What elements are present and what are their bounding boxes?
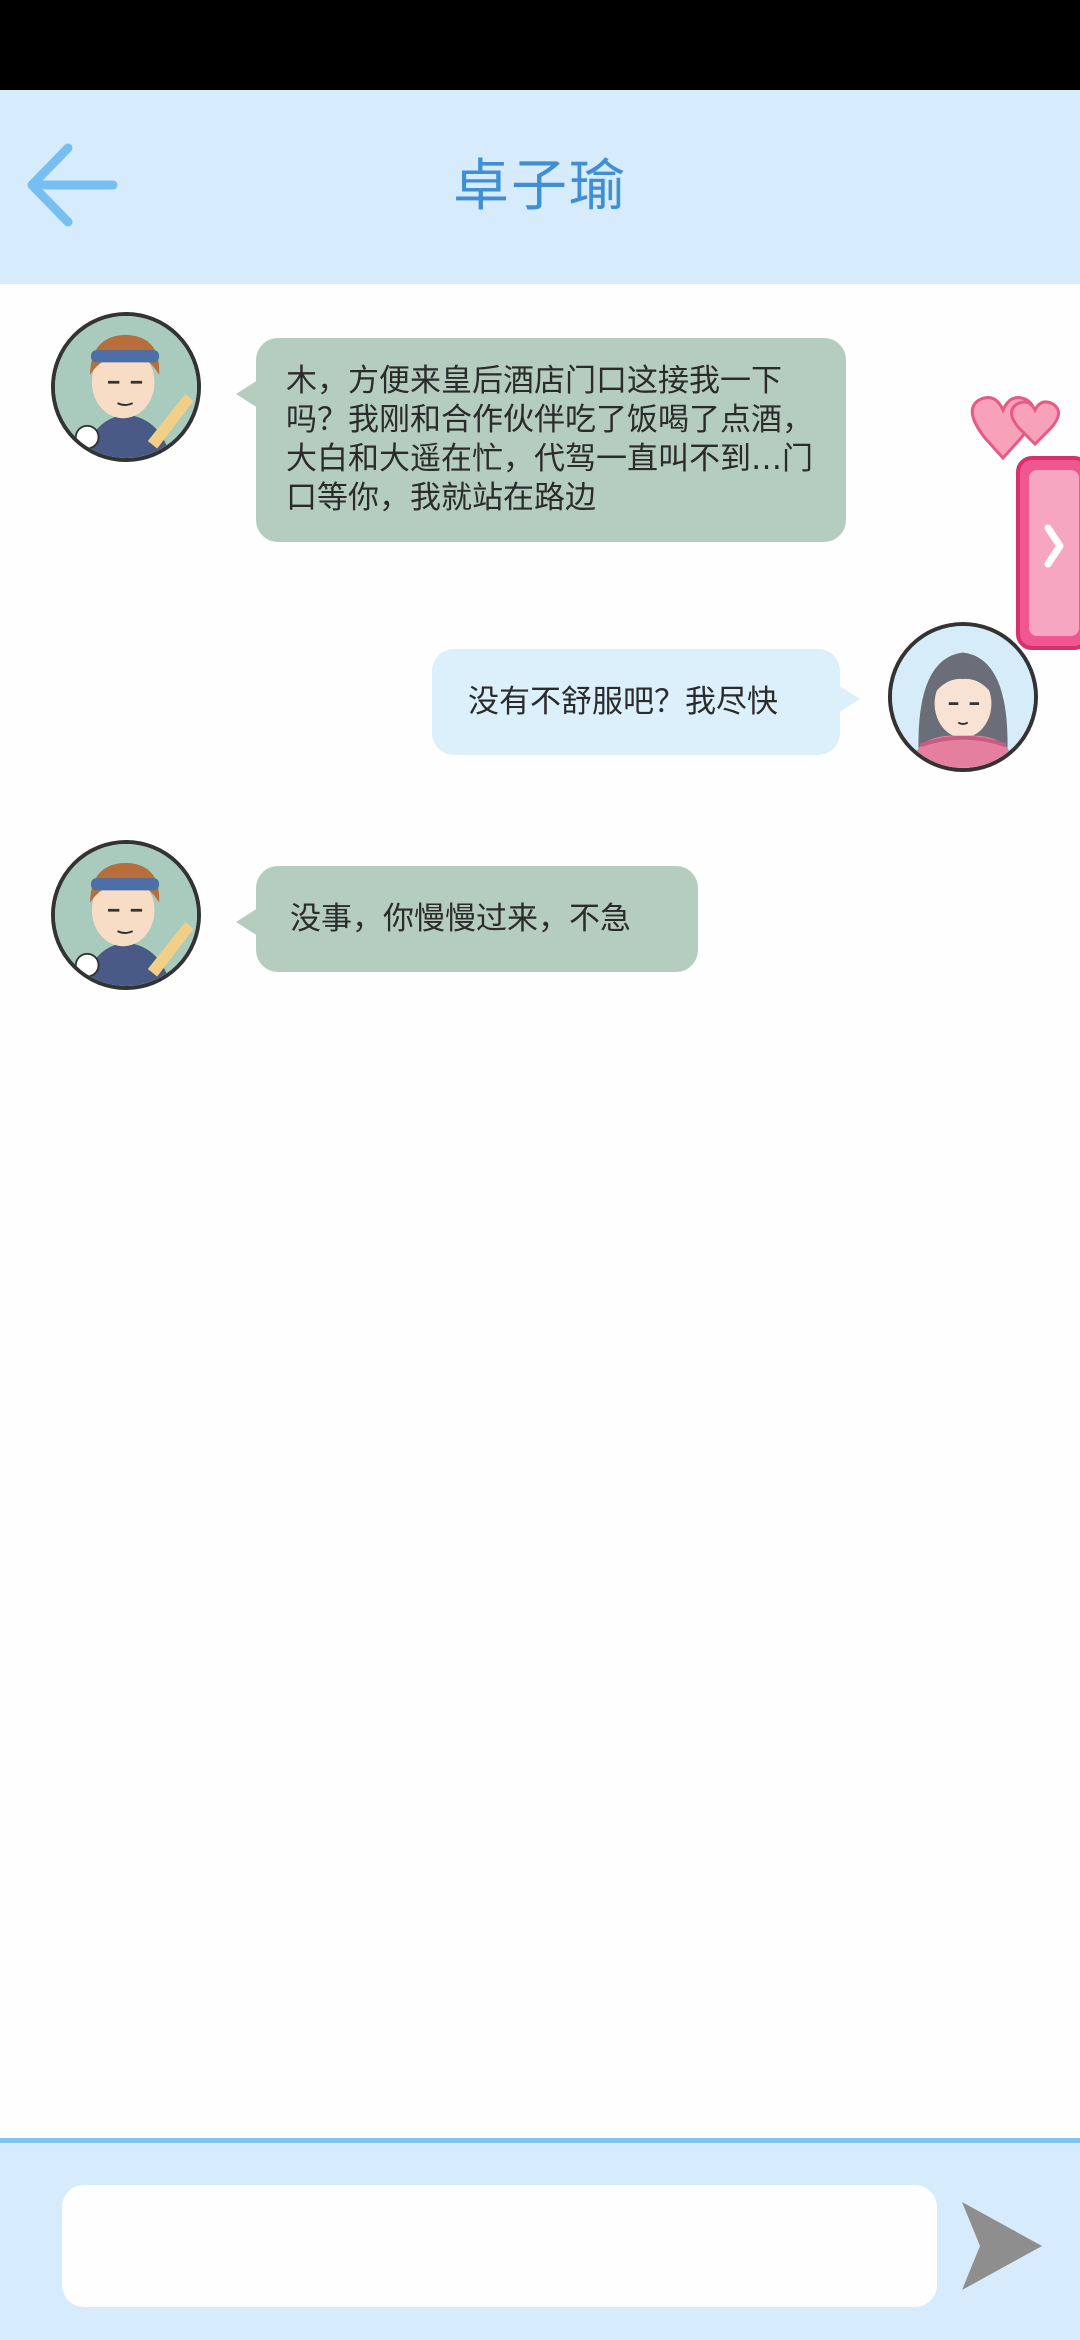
message-text: 没事，你慢慢过来，不急 [290,901,631,937]
outgoing-message-bubble[interactable]: 没有不舒服吧？我尽快 [432,649,860,755]
side-drawer-tab[interactable] [945,390,1080,650]
send-icon [962,2202,1042,2290]
contact-avatar[interactable] [51,840,201,990]
message-input[interactable] [62,2185,937,2307]
message-text: 木，方便来皇后酒店门口这接我一下吗？我刚和合作伙伴吃了饭喝了点酒，大白和大遥在忙… [286,363,813,516]
contact-avatar[interactable] [51,312,201,462]
message-input-bar [0,2138,1080,2340]
message-text: 没有不舒服吧？我尽快 [468,684,778,720]
message-list[interactable]: 木，方便来皇后酒店门口这接我一下吗？我刚和合作伙伴吃了饭喝了点酒，大白和大遥在忙… [0,284,1080,2138]
status-bar [0,0,1080,90]
send-button[interactable] [958,2198,1046,2294]
hearts-icon [970,396,1060,461]
chat-header: 卓子瑜 [0,90,1080,284]
contact-name-title: 卓子瑜 [453,154,627,219]
incoming-message-bubble[interactable]: 没事，你慢慢过来，不急 [236,866,698,972]
incoming-message-bubble[interactable]: 木，方便来皇后酒店门口这接我一下吗？我刚和合作伙伴吃了饭喝了点酒，大白和大遥在忙… [236,338,846,542]
